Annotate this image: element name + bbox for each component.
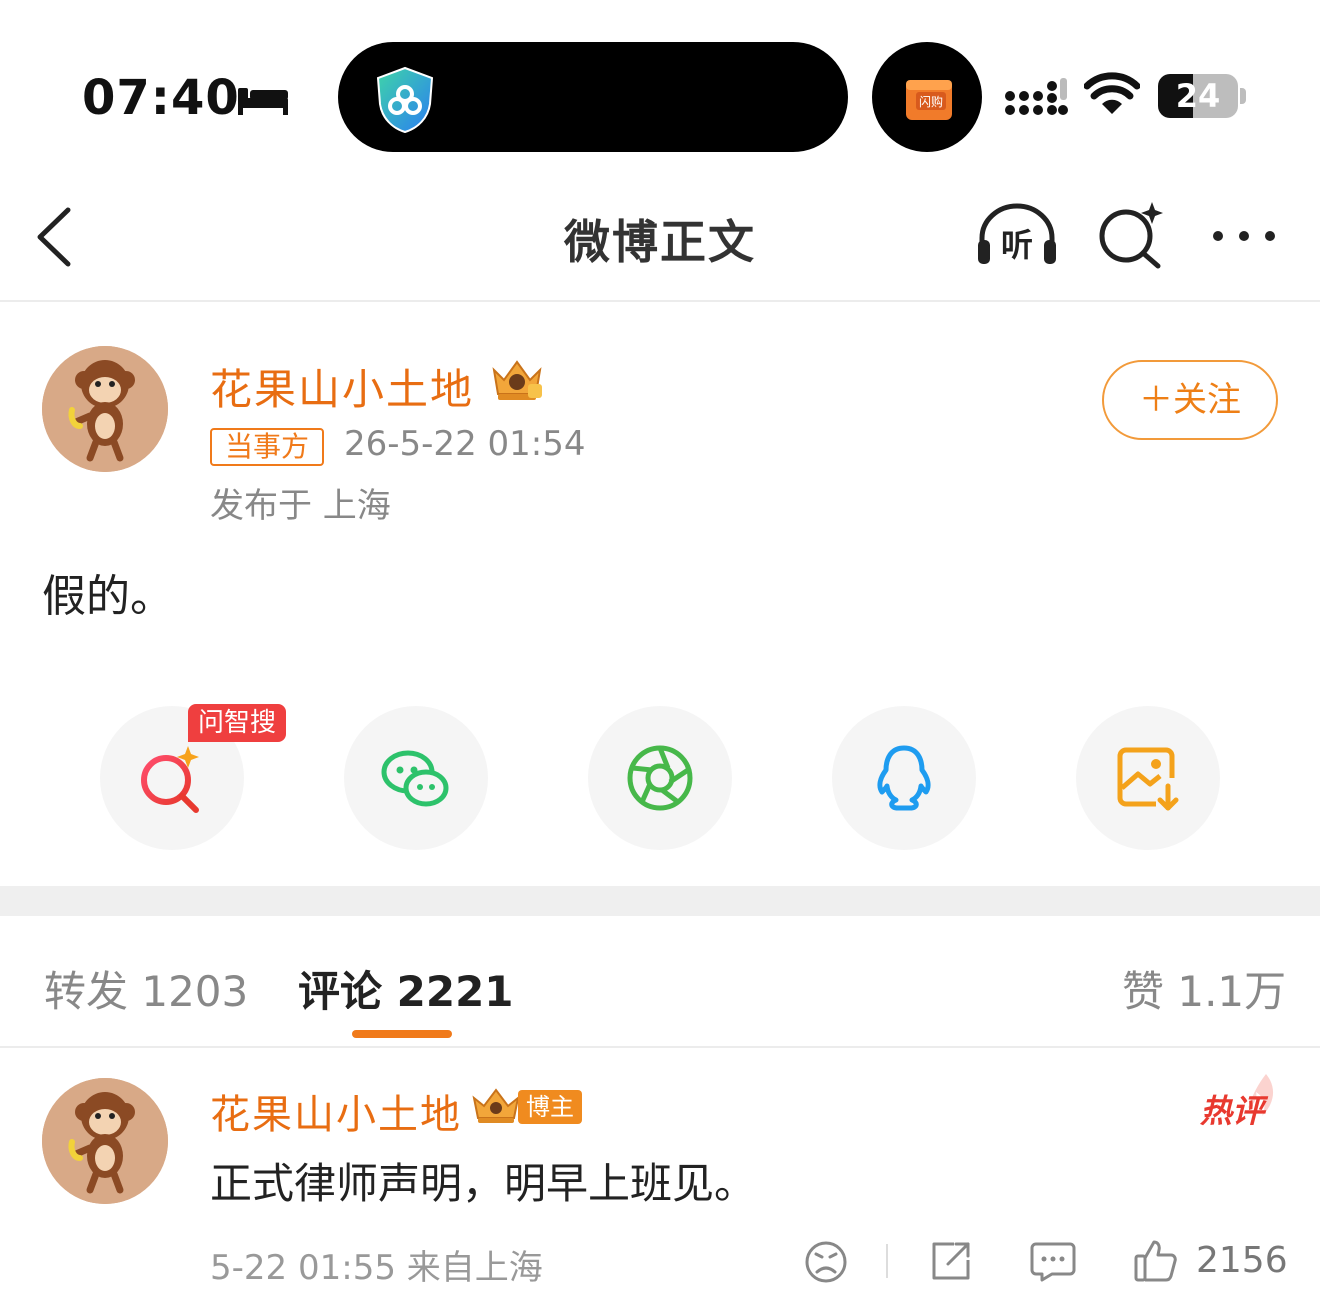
tab-active-indicator (352, 1030, 452, 1038)
status-bar: 07:40 闪购 24 (0, 0, 1320, 170)
comment-username[interactable]: 花果山小土地 (210, 1082, 462, 1140)
share-qq-button[interactable] (832, 706, 976, 850)
post-avatar[interactable] (42, 346, 168, 472)
listen-label: 听 (1001, 226, 1033, 264)
section-divider (0, 886, 1320, 916)
follow-button[interactable]: ＋关注 (1102, 360, 1278, 440)
shield-icon (376, 66, 434, 134)
post-time: 26-5-22 01:54 (344, 424, 586, 464)
save-image-icon (1117, 747, 1179, 811)
action-divider (886, 1244, 888, 1278)
battery-tip (1240, 88, 1246, 104)
share-moments-button[interactable] (588, 706, 732, 850)
tab-comment[interactable]: 评论 2221 (298, 958, 514, 1019)
qq-icon (877, 745, 931, 811)
more-icon[interactable] (1208, 224, 1280, 248)
comment-avatar[interactable] (42, 1078, 168, 1204)
comment-icon[interactable] (1030, 1242, 1076, 1282)
post-location: 发布于 上海 (210, 486, 391, 526)
ai-search-icon (141, 746, 199, 813)
post-username[interactable]: 花果山小土地 (210, 356, 474, 417)
monkey-avatar-image (42, 346, 168, 472)
shop-icon: 闪购 (906, 80, 952, 120)
share-icon[interactable] (930, 1240, 972, 1282)
tab-like[interactable]: 赞 1.1万 (1122, 958, 1286, 1019)
party-badge: 当事方 (210, 428, 324, 466)
post-text: 假的。 (42, 571, 174, 622)
dislike-icon[interactable] (804, 1240, 848, 1284)
svg-text:闪购: 闪购 (919, 94, 943, 109)
page-title: 微博正文 (564, 215, 756, 269)
signal-icon (1005, 78, 1068, 115)
wifi-icon (1084, 72, 1140, 114)
wechat-icon (381, 750, 449, 807)
like-count: 2156 (1196, 1240, 1288, 1281)
listen-icon[interactable]: 听 (974, 202, 1060, 268)
monkey-avatar-image (42, 1078, 168, 1204)
battery-level: 24 (1175, 77, 1221, 115)
status-time: 07:40 (82, 70, 240, 126)
back-icon[interactable] (30, 206, 80, 268)
like-icon[interactable] (1134, 1238, 1178, 1282)
moments-icon (627, 745, 693, 811)
tab-repost[interactable]: 转发 1203 (44, 958, 248, 1019)
comment-meta: 5-22 01:55 来自上海 (210, 1248, 543, 1288)
ai-search-icon[interactable] (1096, 200, 1168, 270)
bed-icon (238, 88, 288, 115)
nav-bar: 微博正文 听 (0, 170, 1320, 302)
ask-search-badge: 问智搜 (188, 704, 286, 742)
share-wechat-button[interactable] (344, 706, 488, 850)
hot-comment-badge: 热评 (1200, 1092, 1265, 1130)
blogger-badge: 博主 (518, 1090, 582, 1124)
comment-text: 正式律师声明，明早上班见。 (210, 1159, 757, 1208)
tab-border (0, 1046, 1320, 1048)
share-save-image-button[interactable] (1076, 706, 1220, 850)
crown-icon (492, 360, 542, 400)
